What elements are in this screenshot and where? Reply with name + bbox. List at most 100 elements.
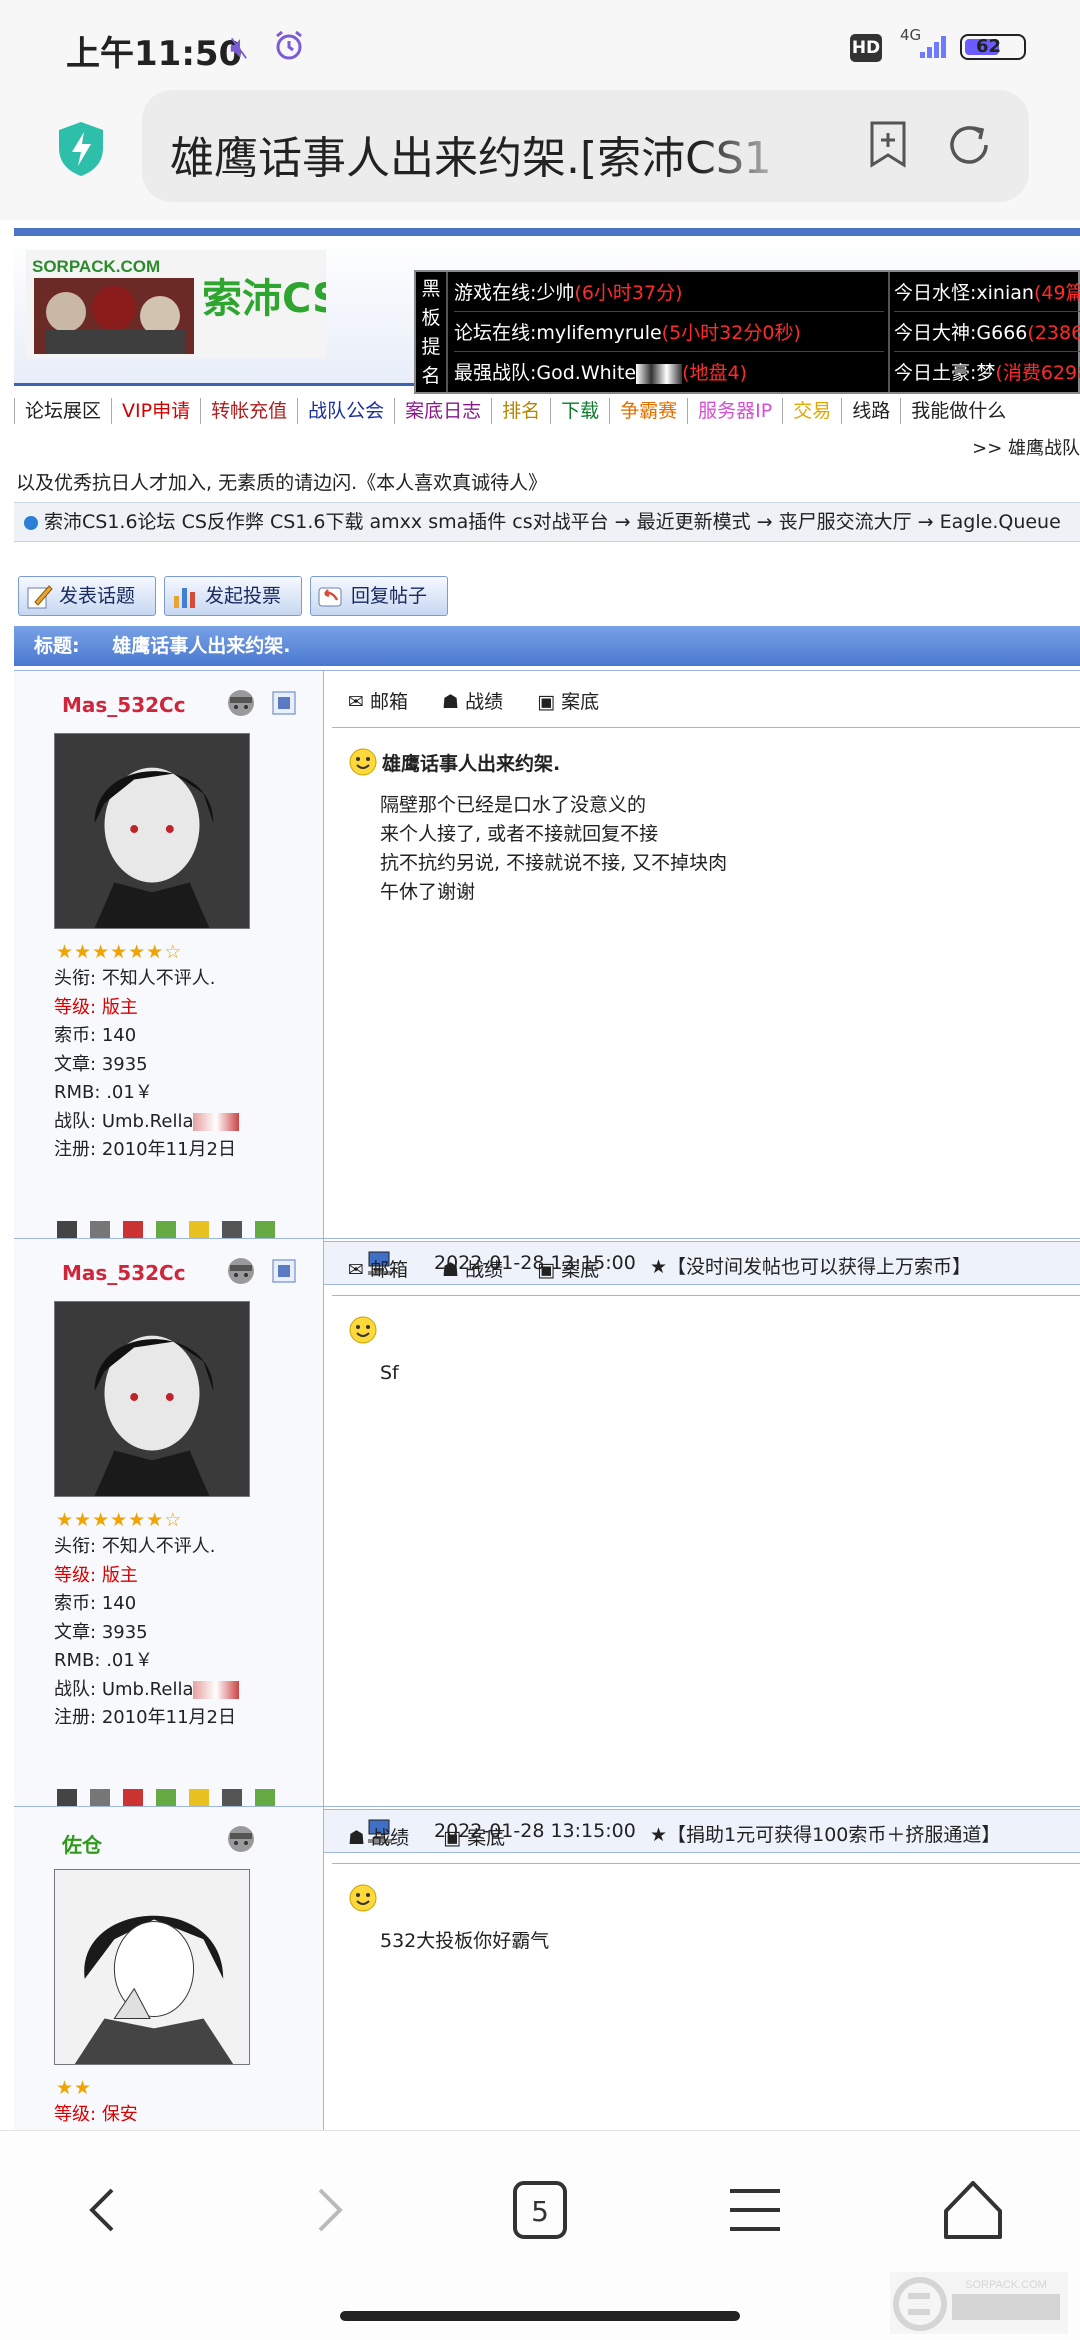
nav-item[interactable]: 战队公会: [297, 398, 394, 424]
post-1: Mas_532Cc ★★★★★★☆ 头衔: 不知人不评人. 等级: 版主 索币:…: [14, 670, 1080, 1285]
svg-text:SORPACK.COM: SORPACK.COM: [965, 2279, 1047, 2291]
user-info: 头衔: 不知人不评人. 等级: 版主 索币: 140 文章: 3935 RMB:…: [54, 965, 240, 1165]
topic-title-bar: 标题: 雄鹰话事人出来约架.: [14, 626, 1080, 666]
smile-icon: [349, 1316, 377, 1344]
new-topic-button[interactable]: 发表话题: [18, 576, 156, 616]
message-user-icon[interactable]: [272, 691, 296, 715]
case-link[interactable]: ▣ 案底: [537, 687, 613, 714]
poll-chart-icon: [174, 588, 195, 608]
tabs-icon[interactable]: 5: [505, 2175, 575, 2245]
battery-icon: 62: [960, 34, 1026, 60]
username[interactable]: Mas_532Cc: [62, 1261, 186, 1285]
post-content: ✉ 邮箱 ☗ 战绩 ▣ 案底 雄鹰话事人出来约架. 隔壁那个已经是口水了没意义的…: [324, 671, 1080, 1241]
watermark-logo: SORPACK.COM: [890, 2272, 1068, 2334]
new-poll-button[interactable]: 发起投票: [164, 576, 302, 616]
alarm-icon: [276, 30, 302, 60]
nav-item[interactable]: 争霸赛: [609, 398, 687, 424]
notice-text: 以及优秀抗日人才加入, 无素质的请边闪.《本人喜欢真诚待人》: [16, 472, 548, 494]
reload-icon[interactable]: [946, 122, 992, 168]
post-tools: ✉ 邮箱 ☗ 战绩 ▣ 案底: [348, 687, 627, 714]
bb-game-online[interactable]: 游戏在线:少帅(6小时37分): [454, 274, 884, 312]
smile-icon: [349, 748, 377, 776]
post-2: Mas_532Cc ★★★★★★☆ 头衔: 不知人不评人. 等级: 版主 索币:…: [14, 1238, 1080, 1853]
bb-god[interactable]: 今日大神:G666(23866: [894, 314, 1080, 352]
site-banner: SORPACK.COM 索沛CS 黑板提名 游戏在线:少帅(6小时37分) 论坛…: [14, 236, 1080, 394]
record-link[interactable]: ☗ 战绩: [348, 1823, 423, 1850]
site-nav: 论坛展区 VIP申请 转帐充值 战队公会 案底日志 排名 下载 争霸赛 服务器IP 交易 线路 我能做…: [14, 398, 1080, 430]
case-link[interactable]: ▣ 案底: [443, 1823, 519, 1850]
topic-title: 雄鹰话事人出来约架.: [112, 635, 291, 657]
topic-label: 标题:: [34, 635, 80, 657]
breadcrumb-path[interactable]: 索沛CS1.6论坛 CS反作弊 CS1.6下载 amxx sma插件 cs对战平…: [44, 511, 1061, 533]
post-content: ☗ 战绩 ▣ 案底 532大投板你好霸气: [324, 1807, 1080, 2130]
security-shield-icon[interactable]: [56, 120, 106, 178]
user-pane: 佐仓 ★★ 等级: 保安: [14, 1807, 324, 2130]
post-content: ✉ 邮箱 ☗ 战绩 ▣ 案底 Sf: [324, 1239, 1080, 1809]
rating-stars: ★★★★★★☆: [56, 1509, 183, 1531]
case-link[interactable]: ▣ 案底: [537, 1255, 613, 1282]
mute-icon: 🔇︎: [230, 30, 249, 65]
breadcrumb: 索沛CS1.6论坛 CS反作弊 CS1.6下载 amxx sma插件 cs对战平…: [14, 502, 1080, 542]
rating-stars: ★★: [56, 2077, 93, 2099]
online-status-icon: [228, 1826, 254, 1852]
bullet-icon: [24, 516, 38, 530]
nav-item[interactable]: 我能做什么: [900, 398, 1016, 424]
back-icon[interactable]: [70, 2175, 140, 2245]
nav-item[interactable]: 排名: [491, 398, 550, 424]
site-logo[interactable]: SORPACK.COM 索沛CS: [26, 250, 326, 358]
nav-item[interactable]: 转帐充值: [200, 398, 297, 424]
post-tools: ✉ 邮箱 ☗ 战绩 ▣ 案底: [348, 1255, 627, 1282]
mailbox-link[interactable]: ✉ 邮箱: [348, 1255, 422, 1282]
status-time: 上午11:50: [66, 34, 243, 74]
blackboard-label: 黑板提名: [416, 272, 448, 392]
nav-item[interactable]: 案底日志: [394, 398, 491, 424]
menu-icon[interactable]: [720, 2175, 790, 2245]
mailbox-link[interactable]: ✉ 邮箱: [348, 687, 422, 714]
user-avatar[interactable]: [54, 733, 250, 929]
browser-toolbar: 雄鹰话事人出来约架.[索沛CS1: [0, 90, 1080, 220]
status-bar: 上午11:50 🔇︎ HD 4G 62: [0, 0, 1080, 90]
network-type: 4G: [900, 26, 922, 44]
username[interactable]: 佐仓: [62, 1829, 102, 1858]
bookmark-add-icon[interactable]: [868, 120, 908, 168]
post-title: 雄鹰话事人出来约架.: [382, 753, 561, 775]
message-user-icon[interactable]: [272, 1259, 296, 1283]
team-link[interactable]: >> 雄鹰战队: [972, 434, 1080, 460]
nav-item[interactable]: 线路: [841, 398, 900, 424]
home-icon[interactable]: [938, 2175, 1008, 2245]
user-info: 等级: 保安: [54, 2104, 138, 2125]
bb-water[interactable]: 今日水怪:xinian(49篇): [894, 274, 1080, 312]
nav-item[interactable]: 下载: [550, 398, 609, 424]
post-body: 隔壁那个已经是口水了没意义的 来个人接了, 或者不接就回复不接 抗不抗约另说, …: [380, 794, 728, 903]
forward-icon[interactable]: [292, 2175, 362, 2245]
online-status-icon: [228, 1258, 254, 1284]
team-flag-icon: [193, 1112, 240, 1131]
record-link[interactable]: ☗ 战绩: [442, 687, 517, 714]
nav-item[interactable]: 交易: [782, 398, 841, 424]
user-pane: Mas_532Cc ★★★★★★☆ 头衔: 不知人不评人. 等级: 版主 索币:…: [14, 671, 324, 1265]
signal-icon: [920, 36, 950, 58]
bb-best-team[interactable]: 最强战队:God.White (地盘4): [454, 354, 884, 392]
record-link[interactable]: ☗ 战绩: [442, 1255, 517, 1282]
reply-button[interactable]: 回复帖子: [310, 576, 448, 616]
bb-rich[interactable]: 今日土豪:梦(消费6298: [894, 354, 1080, 392]
nav-item[interactable]: VIP申请: [111, 398, 200, 424]
username[interactable]: Mas_532Cc: [62, 693, 186, 717]
nav-item[interactable]: 论坛展区: [14, 398, 111, 424]
svg-text:5: 5: [531, 2195, 549, 2228]
page-title[interactable]: 雄鹰话事人出来约架.[索沛CS1: [170, 122, 790, 186]
hd-badge: HD: [850, 34, 882, 62]
bb-forum-online[interactable]: 论坛在线:mylifemyrule(5小时32分0秒): [454, 314, 884, 352]
nav-item[interactable]: 服务器IP: [687, 398, 782, 424]
blackboard-panel: 黑板提名 游戏在线:少帅(6小时37分) 论坛在线:mylifemyrule(5…: [414, 270, 1080, 394]
user-pane: Mas_532Cc ★★★★★★☆ 头衔: 不知人不评人. 等级: 版主 索币:…: [14, 1239, 324, 1833]
smile-icon: [349, 1884, 377, 1912]
svg-text:SORPACK.COM: SORPACK.COM: [32, 257, 160, 276]
post-tools: ☗ 战绩 ▣ 案底: [348, 1823, 533, 1850]
user-avatar[interactable]: [54, 1869, 250, 2065]
gesture-bar[interactable]: [340, 2311, 740, 2321]
user-avatar[interactable]: [54, 1301, 250, 1497]
reply-arrow-icon: [318, 587, 342, 607]
post-3: 佐仓 ★★ 等级: 保安 ☗ 战绩 ▣ 案底 532大投板你好霸气: [14, 1806, 1080, 2130]
team-flag-icon: [193, 1680, 240, 1699]
